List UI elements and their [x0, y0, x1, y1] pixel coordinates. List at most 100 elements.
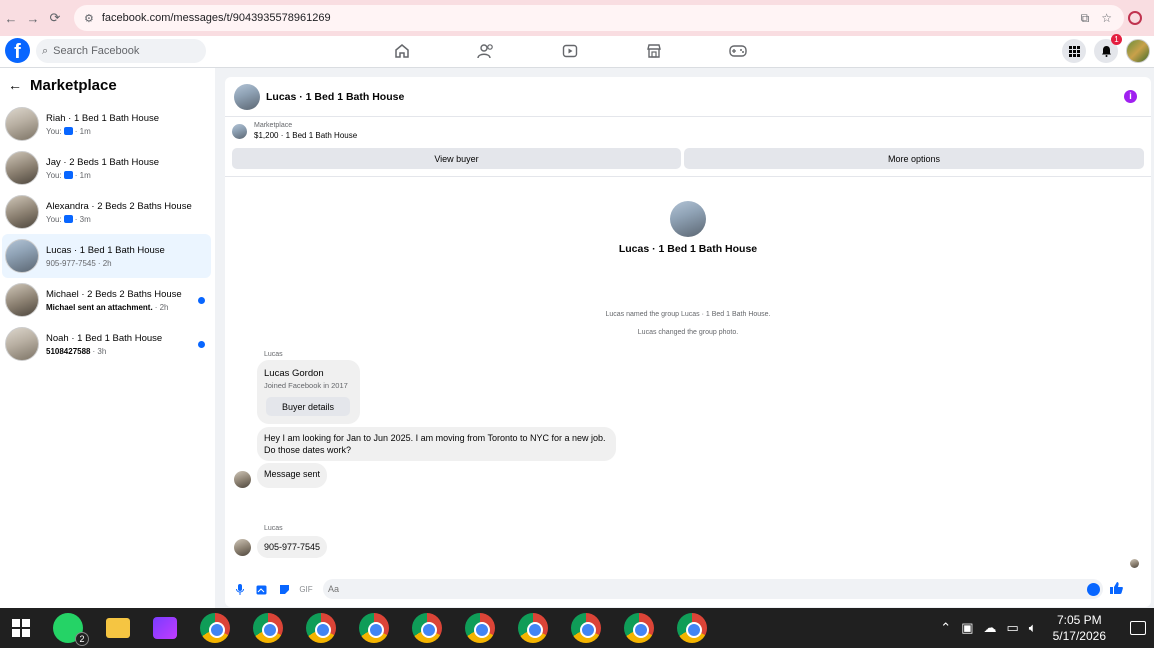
chrome-icon[interactable] — [253, 613, 283, 643]
whatsapp-icon[interactable]: 2 — [53, 613, 89, 646]
conversation-time: · 2h — [97, 258, 112, 268]
thumbs-up-icon[interactable] — [1110, 581, 1123, 597]
main-nav — [390, 40, 750, 62]
meet-now-icon[interactable]: ▣ — [961, 620, 973, 636]
windows-start-icon[interactable] — [12, 619, 30, 637]
chat-avatar[interactable] — [234, 83, 260, 110]
forward-icon[interactable]: → — [22, 11, 44, 26]
file-explorer-icon[interactable] — [106, 618, 130, 638]
conversation-sidebar: ← Marketplace Riah · 1 Bed 1 Bath House … — [0, 68, 215, 608]
conversation-item-noah[interactable]: Noah · 1 Bed 1 Bath House 5108427588 · 3… — [2, 322, 211, 366]
more-options-button[interactable]: More options — [684, 148, 1144, 169]
buyer-details-button[interactable]: Buyer details — [266, 397, 350, 416]
onedrive-icon[interactable]: ☁ — [984, 620, 997, 636]
conversation-time: · 1m — [74, 126, 91, 136]
conversation-time: · 3h — [92, 346, 107, 356]
conversation-name: Michael · 2 Beds 2 Baths House — [46, 288, 182, 300]
facebook-logo-icon[interactable]: f — [5, 38, 30, 63]
chat-panel: Lucas · 1 Bed 1 Bath House i Marketplace… — [225, 77, 1151, 607]
conversation-preview: 5108427588 — [46, 346, 91, 356]
listing-price-title: $1,200 · 1 Bed 1 Bath House — [254, 131, 358, 140]
conversation-thumbnail — [5, 107, 39, 141]
sidebar-title: Marketplace — [30, 76, 117, 94]
sticker-icon[interactable] — [277, 582, 291, 596]
chrome-icon[interactable] — [518, 613, 548, 643]
read-receipt-avatar — [1130, 559, 1139, 568]
message-bubble[interactable]: Message sent — [257, 463, 328, 488]
clock[interactable]: 7:05 PM 5/17/2026 — [1053, 612, 1106, 644]
conversation-item-lucas[interactable]: Lucas · 1 Bed 1 Bath House 905-977-7545 … — [2, 234, 211, 278]
like-icon — [63, 171, 73, 179]
notifications-bell-icon[interactable]: 1 — [1094, 34, 1122, 63]
sender-avatar — [234, 539, 251, 556]
marketplace-listing-card[interactable]: Marketplace $1,200 · 1 Bed 1 Bath House — [232, 122, 357, 140]
photo-icon[interactable] — [255, 582, 269, 596]
chevron-up-icon[interactable]: ⌃ — [940, 620, 951, 636]
notification-badge: 1 — [1111, 34, 1122, 45]
friends-icon[interactable] — [474, 40, 498, 62]
group-photo[interactable] — [670, 201, 706, 237]
chat-header: Lucas · 1 Bed 1 Bath House i — [225, 77, 1151, 117]
sender-avatar — [234, 471, 251, 488]
chrome-icon[interactable] — [465, 613, 495, 643]
bookmark-star-icon[interactable]: ☆ — [1101, 11, 1112, 26]
gaming-icon[interactable] — [726, 40, 750, 62]
conversation-item-riah[interactable]: Riah · 1 Bed 1 Bath House You: · 1m — [2, 102, 211, 146]
conversation-preview: 905-977-7545 — [46, 258, 96, 268]
back-arrow-icon[interactable]: ← — [8, 77, 22, 93]
message-bubble[interactable]: 905-977-7545 — [257, 536, 328, 558]
conversation-name: Alexandra · 2 Beds 2 Baths House — [46, 200, 192, 212]
conversation-thumbnail — [5, 195, 39, 229]
divider — [225, 176, 1151, 177]
back-icon[interactable]: ← — [0, 11, 22, 26]
chrome-icon[interactable] — [624, 613, 654, 643]
install-icon[interactable]: ⧉ — [1081, 11, 1090, 26]
browser-profile-icon[interactable] — [1128, 11, 1142, 25]
video-icon[interactable] — [558, 40, 582, 62]
conversation-thumbnail — [5, 327, 39, 361]
marketplace-icon[interactable] — [642, 40, 666, 62]
group-title: Lucas · 1 Bed 1 Bath House — [618, 243, 758, 255]
sidebar-header: ← Marketplace — [0, 68, 215, 102]
network-icon[interactable]: ▭ — [1007, 620, 1019, 636]
media-app-icon[interactable] — [153, 617, 177, 639]
conversation-item-michael[interactable]: Michael · 2 Beds 2 Baths House Michael s… — [2, 278, 211, 322]
menu-grid-icon[interactable] — [1062, 39, 1086, 63]
message-input[interactable] — [323, 579, 1103, 599]
message-bubble[interactable]: Hey I am looking for Jan to Jun 2025. I … — [257, 427, 616, 461]
system-tray: ⌃ ▣ ☁ ▭ 🔈︎ 7:05 PM 5/17/2026 — [940, 608, 1154, 648]
conversation-name: Riah · 1 Bed 1 Bath House — [46, 112, 160, 124]
chat-title[interactable]: Lucas · 1 Bed 1 Bath House — [266, 91, 404, 103]
address-bar[interactable]: ⚙ facebook.com/messages/t/90439355789612… — [74, 5, 1124, 31]
chrome-icon[interactable] — [306, 613, 336, 643]
info-icon[interactable]: i — [1124, 90, 1137, 103]
buyer-profile-card: Lucas Gordon Joined Facebook in 2017 Buy… — [257, 360, 360, 424]
conversation-item-jay[interactable]: Jay · 2 Beds 1 Bath House You: · 1m — [2, 146, 211, 190]
conversation-item-alexandra[interactable]: Alexandra · 2 Beds 2 Baths House You: · … — [2, 190, 211, 234]
search-icon: ⌕ — [42, 44, 49, 57]
reload-icon[interactable]: ⟳ — [44, 10, 66, 26]
conversation-name: Noah · 1 Bed 1 Bath House — [46, 332, 163, 344]
chrome-icon[interactable] — [200, 613, 230, 643]
windows-taskbar: 2 ⌃ ▣ ☁ ▭ 🔈︎ 7:05 PM 5/17/2026 — [0, 608, 1154, 648]
chrome-icon[interactable] — [571, 613, 601, 643]
notification-center-icon[interactable] — [1130, 621, 1146, 635]
chrome-icon[interactable] — [359, 613, 389, 643]
message-composer: GIF — [225, 577, 1151, 601]
account-avatar[interactable] — [1126, 39, 1150, 63]
search-box[interactable]: ⌕ Search Facebook — [36, 39, 206, 63]
like-icon — [63, 215, 73, 223]
volume-icon[interactable]: 🔈︎ — [1029, 620, 1037, 636]
chrome-icon[interactable] — [677, 613, 707, 643]
chrome-icon[interactable] — [412, 613, 442, 643]
view-buyer-button[interactable]: View buyer — [232, 148, 681, 169]
unread-dot — [198, 297, 205, 304]
emoji-icon[interactable] — [1087, 582, 1100, 596]
whatsapp-badge: 2 — [75, 632, 89, 646]
gif-icon[interactable]: GIF — [299, 582, 313, 596]
home-icon[interactable] — [390, 40, 414, 62]
conversation-time: · 1m — [74, 170, 91, 180]
microphone-icon[interactable] — [233, 582, 247, 596]
system-message: Lucas changed the group photo. — [637, 329, 739, 336]
site-settings-icon[interactable]: ⚙ — [84, 12, 94, 25]
